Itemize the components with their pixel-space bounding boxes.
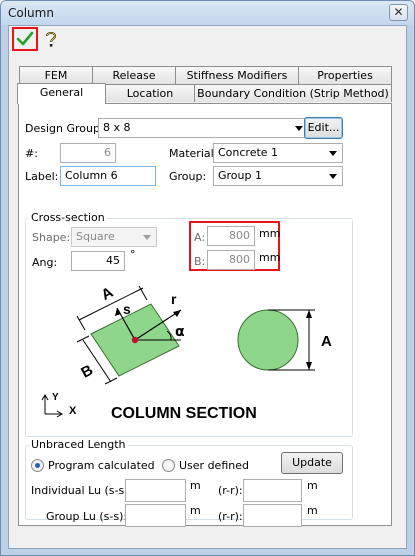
program-calculated-label[interactable]: Program calculated [48,459,155,472]
design-group-value: 8 x 8 [103,121,131,134]
ok-button[interactable] [12,27,38,51]
unbraced-length-title: Unbraced Length [29,438,128,451]
chevron-down-icon [295,126,303,131]
design-group-label: Design Group: [25,122,104,135]
group-lu-ss-field[interactable] [125,504,186,527]
axis-s-label: s [123,301,131,317]
group-rr-label: (r-r): [218,510,243,523]
ang-label: Ang: [32,256,58,269]
tab-general[interactable]: General [17,83,106,104]
chevron-down-icon [329,151,337,156]
a-unit: mm [259,227,281,240]
tab-release[interactable]: Release [92,66,176,84]
label-label: Label: [25,170,59,183]
shape-value: Square [76,230,115,243]
tab-boundary-condition[interactable]: Boundary Condition (Strip Method) [194,84,392,102]
group-lu-label: Group Lu (s-s): [46,510,128,523]
edit-button[interactable]: Edit... [304,117,343,139]
group-lu-rr-field[interactable] [243,504,302,527]
general-panel: Design Group: 8 x 8 Edit... #: 6 Materia… [18,103,392,527]
ang-unit: ° [130,248,136,261]
tab-properties[interactable]: Properties [298,66,392,84]
number-field[interactable]: 6 [60,143,116,163]
individual-lu-rr-field[interactable] [243,479,302,502]
dim-b-label: B [78,361,96,381]
group-select[interactable]: Group 1 [213,166,343,186]
help-button[interactable] [43,30,59,48]
label-field[interactable]: Column 6 [60,166,156,186]
ang-field[interactable]: 45 [71,251,125,271]
dialog-body: FEM Release Stiffness Modifiers Properti… [8,25,407,549]
chevron-down-icon [329,174,337,179]
update-button[interactable]: Update [281,452,343,474]
column-section-caption: COLUMN SECTION [111,405,257,422]
axis-r-label: r [171,291,177,307]
individual-lu-unit: m [190,479,201,492]
individual-lu-ss-field[interactable] [125,479,186,502]
group-lu-unit: m [190,504,201,517]
material-select[interactable]: Concrete 1 [213,143,343,163]
design-group-select[interactable]: 8 x 8 [98,118,309,138]
user-defined-radio[interactable] [162,459,175,472]
number-label: #: [25,147,38,160]
circular-section [237,309,299,371]
individual-rr-unit: m [307,479,318,492]
window-title: Column [8,6,54,20]
shape-select[interactable]: Square [71,227,157,247]
tab-fem[interactable]: FEM [19,66,93,84]
tab-location[interactable]: Location [105,84,195,102]
individual-rr-label: (r-r): [218,484,243,497]
group-value: Group 1 [218,169,262,182]
angle-alpha-label: α [175,324,185,340]
title-bar: Column ✕ [1,1,414,25]
a-label: A: [194,231,206,244]
a-field[interactable]: 800 [207,226,255,246]
material-label: Material: [169,147,218,160]
user-defined-label[interactable]: User defined [179,459,249,472]
help-icon [46,32,57,47]
close-button[interactable]: ✕ [389,4,408,21]
dim-a-label: A [98,284,116,304]
b-unit: mm [259,251,281,264]
individual-lu-label: Individual Lu (s-s): [31,484,133,497]
check-icon [16,31,34,46]
material-value: Concrete 1 [218,146,279,159]
program-calculated-radio[interactable] [31,459,44,472]
column-section-diagram: A B s r α A Y X COLUMN SECTION [41,284,332,422]
chevron-down-icon [143,235,151,240]
cross-section-title: Cross-section [29,211,107,224]
b-label: B: [194,255,206,268]
group-rr-unit: m [307,504,318,517]
tab-stiffness-modifiers[interactable]: Stiffness Modifiers [175,66,299,84]
group-label: Group: [169,170,207,183]
circle-dim-a-label: A [321,333,332,350]
shape-label: Shape: [32,231,71,244]
axis-y-label: Y [52,392,59,403]
axis-x-label: X [69,405,77,417]
b-field[interactable]: 800 [207,250,255,270]
column-dialog: Column ✕ FEM Release Stiffness Modifiers… [0,0,415,556]
